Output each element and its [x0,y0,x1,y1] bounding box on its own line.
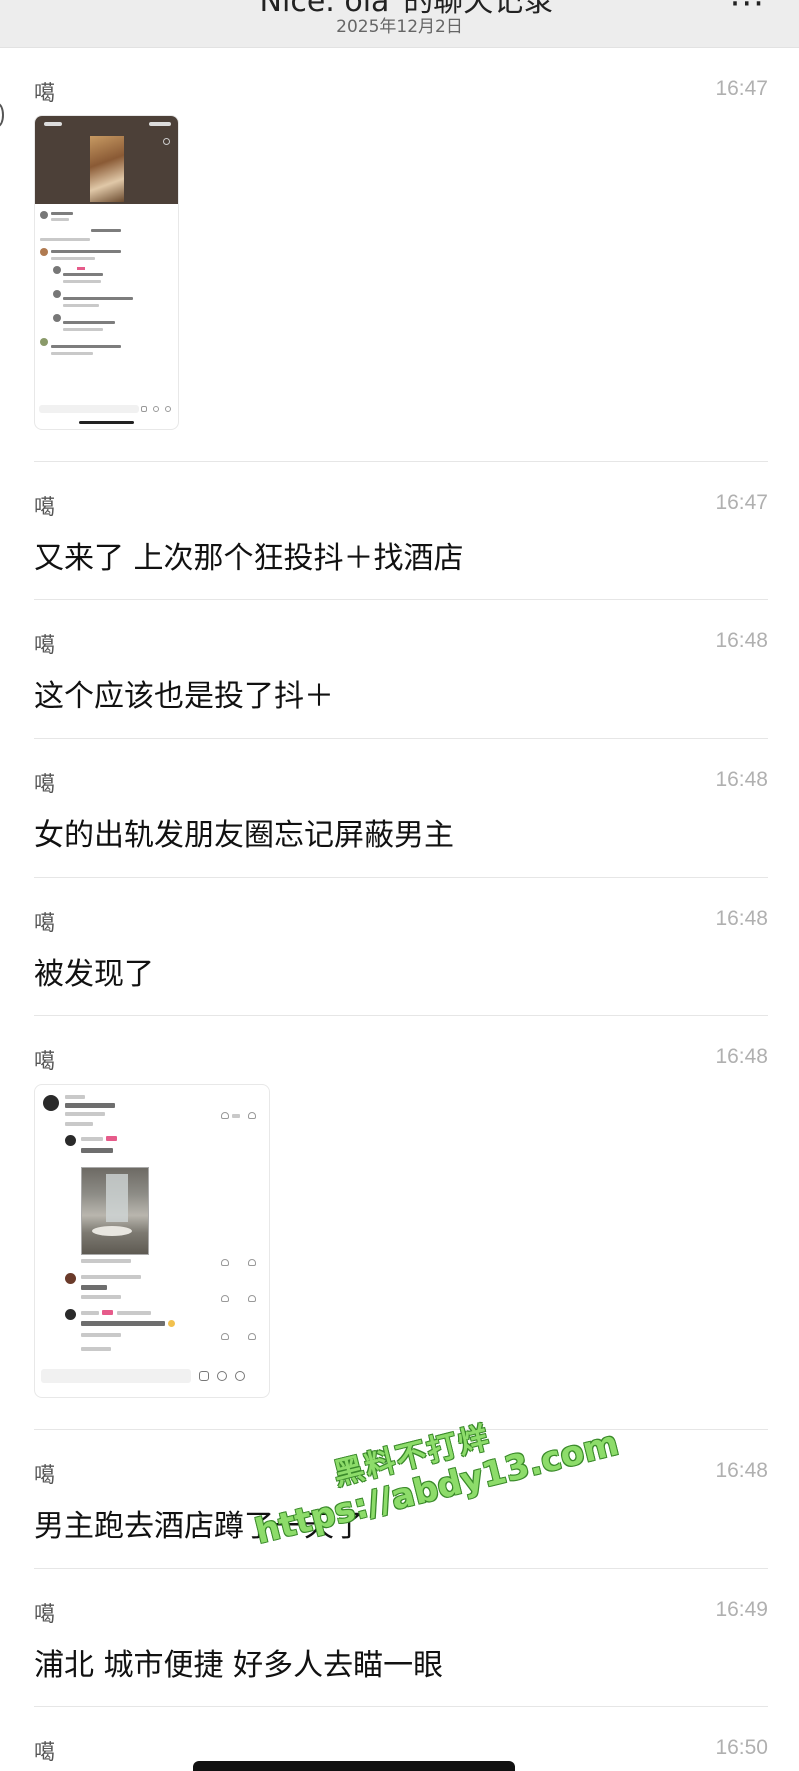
watermark-line1: 黑料不打烊 [330,1420,495,1493]
message-text: 又来了 上次那个狂投抖＋找酒店 [34,541,464,576]
hotel-room-photo [81,1167,149,1255]
image-icon [199,1371,209,1381]
message-time: 16:47 [715,77,768,100]
search-icon [163,138,170,145]
message-text: 被发现了 [34,957,154,992]
message-time: 16:47 [715,491,768,514]
chat-record-header: "Nice. ola"的聊天记录 2025年12月2日 ··· [0,0,799,48]
watermark: 黑料不打烊 https://abdy13.com [241,1381,639,1589]
avatar [40,211,48,219]
message-divider [34,1706,768,1707]
video-header [35,116,178,204]
message-text: 浦北 城市便捷 好多人去瞄一眼 [34,1648,444,1683]
laughing-emoji-icon [168,1320,175,1327]
message-time: 16:48 [715,907,768,930]
message-time: 16:48 [715,629,768,652]
message-time: 16:48 [715,1459,768,1482]
message-divider [34,1568,768,1569]
sender-name: 噶 [34,911,55,935]
emoji-icon [235,1371,245,1381]
sender-name: 噶 [34,1463,55,1487]
heart-icon [221,1112,229,1119]
avatar [43,1095,59,1111]
home-indicator [193,1761,515,1771]
message-text: 女的出轨发朋友圈忘记屏蔽男主 [34,818,454,853]
message-time: 16:48 [715,768,768,791]
message-divider [34,461,768,462]
message-time: 16:48 [715,1045,768,1068]
message-time: 16:50 [715,1736,768,1759]
sender-name: 噶 [34,1740,55,1764]
message-divider [34,1429,768,1430]
comment-input [39,405,139,413]
sender-name: 噶 [34,1602,55,1626]
message-text: 男主跑去酒店蹲了一天了 [34,1509,364,1544]
at-icon [217,1371,227,1381]
edge-fragment [0,103,4,127]
comment-thread-image[interactable] [34,1084,270,1398]
sender-name: 噶 [34,81,55,105]
sender-name: 噶 [34,1049,55,1073]
message-divider [34,738,768,739]
message-time: 16:49 [715,1598,768,1621]
chat-record-date: 2025年12月2日 [336,17,463,37]
phone-screenshot-image[interactable] [34,115,179,430]
sender-name: 噶 [34,772,55,796]
video-thumbnail [90,136,124,202]
more-dots-icon[interactable]: ··· [730,0,765,24]
sender-name: 噶 [34,495,55,519]
comment-input [41,1369,191,1383]
sender-name: 噶 [34,633,55,657]
message-divider [34,1015,768,1016]
message-divider [34,599,768,600]
message-divider [34,877,768,878]
message-text: 这个应该也是投了抖＋ [34,679,334,714]
